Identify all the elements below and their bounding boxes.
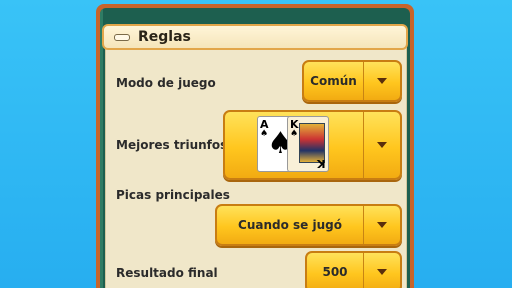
trump-cards: A ♠ ♠ K ♠ K bbox=[225, 112, 363, 178]
main-spades-value: Cuando se jugó bbox=[238, 218, 342, 232]
section-title: Reglas bbox=[138, 29, 191, 45]
rules-panel: Modo de juego Común Mejores triunfos A ♠… bbox=[96, 4, 414, 288]
game-mode-value: Común bbox=[310, 74, 357, 88]
final-score-label: Resultado final bbox=[116, 266, 218, 280]
game-mode-dropdown[interactable]: Común bbox=[302, 60, 402, 102]
best-trumps-label: Mejores triunfos bbox=[116, 138, 228, 152]
best-trumps-dropdown[interactable]: A ♠ ♠ K ♠ K bbox=[223, 110, 402, 180]
chevron-down-icon[interactable] bbox=[363, 62, 400, 100]
rules-content: Modo de juego Común Mejores triunfos A ♠… bbox=[105, 42, 407, 288]
final-score-dropdown[interactable]: 500 bbox=[305, 251, 402, 288]
main-spades-dropdown[interactable]: Cuando se jugó bbox=[215, 204, 402, 246]
collapse-icon[interactable] bbox=[114, 33, 130, 41]
panel-inner: Modo de juego Común Mejores triunfos A ♠… bbox=[100, 8, 410, 288]
chevron-down-icon[interactable] bbox=[363, 206, 400, 244]
panel-strip bbox=[100, 8, 103, 288]
game-mode-label: Modo de juego bbox=[116, 76, 216, 90]
chevron-down-icon[interactable] bbox=[363, 112, 400, 178]
final-score-value: 500 bbox=[322, 265, 348, 279]
king-of-spades-card: K ♠ K bbox=[287, 116, 329, 172]
main-spades-label: Picas principales bbox=[116, 188, 230, 202]
chevron-down-icon[interactable] bbox=[363, 253, 400, 288]
section-header[interactable]: Reglas bbox=[102, 24, 408, 50]
